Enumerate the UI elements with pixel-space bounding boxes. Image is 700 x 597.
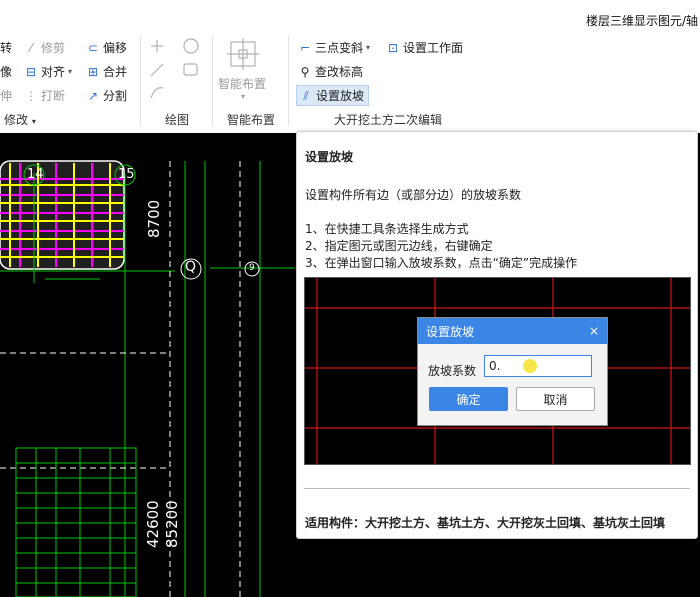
cancel-button[interactable]: 取消 — [516, 387, 595, 411]
rotate-label: 转 — [0, 41, 13, 55]
modify-dropdown-icon: ▾ — [31, 117, 36, 126]
extend-label: 伸 — [0, 89, 13, 103]
three-point-icon: ⌐ — [299, 40, 311, 55]
help-step-3: 3、在弹出窗口输入放坡系数，点击“确定”完成操作 — [305, 256, 578, 270]
modify-group-label[interactable]: 修改 ▾ — [4, 111, 36, 128]
slope-icon: ⫽ — [303, 88, 309, 103]
set-slope-button[interactable]: ⫽ 设置放坡 — [296, 85, 370, 106]
window-title: 楼层三维显示图元/轴 — [585, 14, 698, 28]
trim-label: 修剪 — [41, 41, 66, 55]
smart-layout-icon — [227, 38, 259, 70]
mirror-button[interactable]: 像 — [0, 63, 12, 80]
excavation-group-label: 大开挖土方二次编辑 — [334, 113, 443, 127]
set-workface-button[interactable]: ⊡ 设置工作面 — [386, 39, 463, 56]
three-point-dropdown-icon: ▾ — [366, 43, 371, 52]
help-title: 设置放坡 — [305, 150, 354, 164]
three-point-slope-button[interactable]: ⌐ 三点变斜 ▾ — [298, 39, 370, 56]
help-tooltip-panel: 设置放坡 设置构件所有边（或部分边）的放坡系数 1、在快捷工具条选择生成方式 2… — [296, 131, 698, 539]
trim-button[interactable]: ⁄ 修剪 — [24, 39, 65, 56]
ribbon-toolbar: 楼层三维显示图元/轴 转 ⁄ 修剪 ⊂ 偏移 像 ⊟ 对齐 ▾ ⊞ 合并 伸 ⋮ 打断 ↗ 分… — [0, 0, 700, 134]
dimension-8700: 8700 — [145, 199, 163, 238]
dimension-85200: 85200 — [163, 500, 181, 548]
workface-label: 设置工作面 — [403, 41, 464, 55]
elevation-icon: ⚲ — [300, 64, 310, 79]
help-step-2: 2、指定图元或图元边线，右键确定 — [305, 239, 493, 253]
help-preview-image: 设置放坡 × 放坡系数 0. 确定 取消 — [304, 277, 691, 465]
draw-group-label: 绘图 — [165, 113, 190, 127]
close-icon[interactable]: × — [589, 324, 599, 338]
align-button[interactable]: ⊟ 对齐 ▾ — [24, 63, 72, 80]
slope-coefficient-input[interactable]: 0. — [484, 355, 592, 377]
axis-label-14: 14 — [27, 167, 44, 182]
align-icon: ⊟ — [25, 64, 37, 79]
rotate-button[interactable]: 转 — [0, 39, 12, 56]
smart-layout-label: 智能布置 — [218, 77, 267, 91]
offset-icon: ⊂ — [87, 40, 99, 55]
trim-icon: ⁄ — [29, 40, 32, 55]
draw-tools[interactable] — [147, 36, 209, 106]
axis-label-9: 9 — [249, 263, 255, 273]
elevation-label: 查改标高 — [315, 65, 364, 79]
axis-label-q: Q — [185, 259, 197, 275]
three-point-label: 三点变斜 — [315, 41, 364, 55]
text-cursor-icon — [523, 359, 537, 373]
separator — [288, 36, 289, 126]
title-strip: 楼层三维显示图元/轴 — [0, 0, 700, 32]
separator — [212, 36, 213, 126]
slope-coefficient-label: 放坡系数 — [428, 364, 477, 378]
merge-label: 合并 — [103, 65, 128, 79]
set-slope-dialog: 设置放坡 × 放坡系数 0. 确定 取消 — [417, 317, 608, 426]
align-dropdown-icon: ▾ — [68, 67, 73, 76]
align-label: 对齐 — [41, 65, 66, 79]
mirror-label: 像 — [0, 65, 13, 79]
smart-group-label: 智能布置 — [227, 113, 276, 127]
merge-icon: ⊞ — [87, 64, 99, 79]
axis-label-15: 15 — [118, 167, 135, 182]
divider — [304, 488, 690, 489]
break-button[interactable]: ⋮ 打断 — [24, 87, 65, 104]
offset-button[interactable]: ⊂ 偏移 — [86, 39, 127, 56]
split-label: 分割 — [103, 89, 128, 103]
merge-button[interactable]: ⊞ 合并 — [86, 63, 127, 80]
applicable-components: 适用构件：大开挖土方、基坑土方、大开挖灰土回填、基坑灰土回填 — [305, 516, 666, 530]
slope-coefficient-value: 0. — [489, 359, 501, 373]
smart-layout-button[interactable]: 智能布置 ▾ — [218, 36, 267, 101]
help-step-1: 1、在快捷工具条选择生成方式 — [305, 222, 469, 236]
set-slope-label: 设置放坡 — [316, 89, 365, 103]
split-icon: ↗ — [87, 88, 99, 103]
break-label: 打断 — [41, 89, 66, 103]
dialog-header: 设置放坡 × — [418, 318, 607, 344]
check-elevation-button[interactable]: ⚲ 查改标高 — [298, 63, 363, 80]
help-description: 设置构件所有边（或部分边）的放坡系数 — [305, 188, 522, 202]
dialog-title: 设置放坡 — [426, 324, 475, 339]
separator — [140, 36, 141, 126]
split-button[interactable]: ↗ 分割 — [86, 87, 127, 104]
ok-button[interactable]: 确定 — [429, 387, 508, 411]
break-icon: ⋮ — [25, 88, 37, 103]
smart-dropdown-icon: ▾ — [240, 92, 245, 101]
workface-icon: ⊡ — [387, 40, 399, 55]
extend-button[interactable]: 伸 — [0, 87, 12, 104]
dimension-42600: 42600 — [144, 500, 162, 548]
modify-group-text: 修改 — [4, 113, 29, 127]
offset-label: 偏移 — [103, 41, 128, 55]
